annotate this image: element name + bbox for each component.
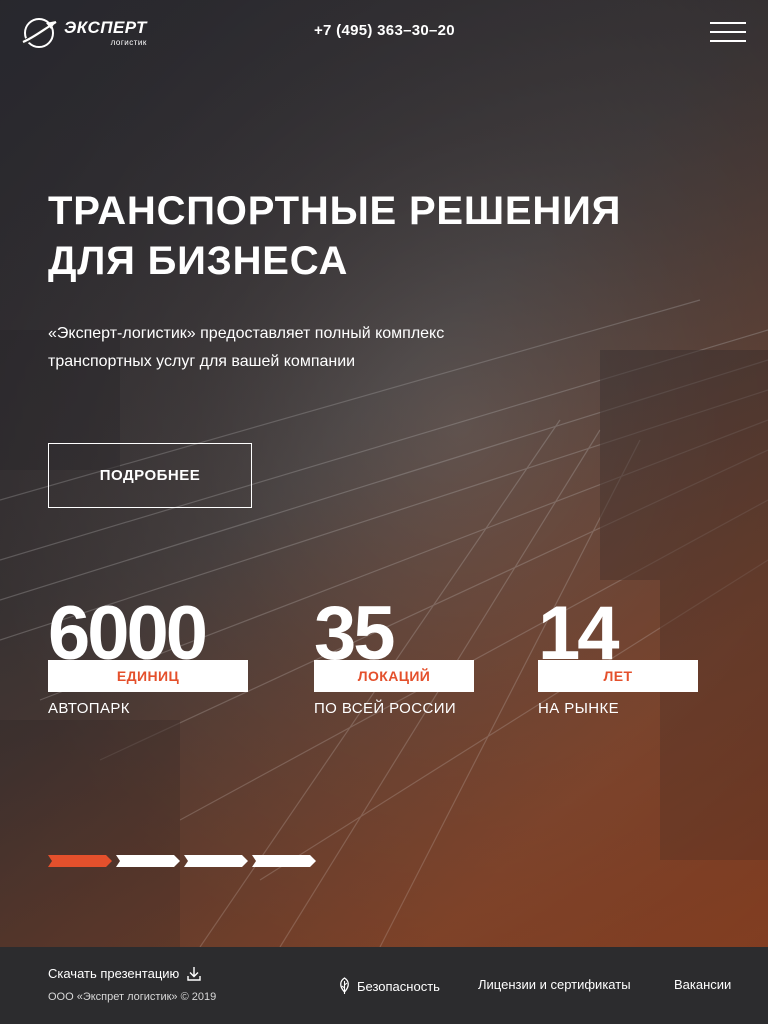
stat-caption: АВТОПАРК	[48, 700, 130, 717]
download-label: Скачать презентацию	[48, 966, 180, 981]
logo-subtitle: логистик	[110, 38, 147, 47]
hero-description: «Эксперт-логистик» предоставляет полный …	[48, 320, 548, 376]
pager-dot-4[interactable]	[252, 855, 316, 867]
stat-caption: НА РЫНКЕ	[538, 700, 620, 717]
slider-pager	[48, 855, 320, 867]
plane-swoosh-icon	[21, 18, 58, 48]
hamburger-menu-icon[interactable]	[710, 22, 746, 42]
logo-title: ЭКСПЕРТ	[64, 18, 147, 37]
title-line-1: ТРАНСПОРТНЫЕ РЕШЕНИЯ	[48, 189, 622, 233]
pager-dot-3[interactable]	[184, 855, 248, 867]
lead-line-1: «Эксперт-логистик» предоставляет полный …	[48, 325, 445, 342]
footer-nav-licenses[interactable]: Лицензии и сертификаты	[478, 977, 631, 992]
title-line-2: ДЛЯ БИЗНЕСА	[48, 239, 349, 283]
footer-nav-label: Вакансии	[674, 977, 732, 992]
footer-nav-label: Лицензии и сертификаты	[478, 977, 631, 992]
stat-locations: 35 ЛОКАЦИЙ ПО ВСЕЙ РОССИИ	[314, 596, 474, 717]
stat-caption: ПО ВСЕЙ РОССИИ	[314, 700, 457, 717]
lead-line-2: транспортных услуг для вашей компании	[48, 353, 356, 370]
download-icon	[187, 967, 201, 981]
stat-years: 14 ЛЕТ НА РЫНКЕ	[538, 596, 698, 717]
footer-nav-vacancies[interactable]: Вакансии	[674, 977, 731, 992]
more-button[interactable]: ПОДРОБНЕЕ	[48, 443, 252, 508]
leaf-shield-icon	[340, 977, 349, 994]
stat-badge: ЕДИНИЦ	[48, 660, 248, 692]
stat-badge: ЛЕТ	[538, 660, 698, 692]
pager-dot-2[interactable]	[116, 855, 180, 867]
download-presentation-link[interactable]: Скачать презентацию	[48, 966, 201, 981]
footer-nav-label: Безопасность	[357, 978, 440, 994]
logo[interactable]: ЭКСПЕРТ логистик	[20, 16, 160, 50]
stat-fleet: 6000 ЕДИНИЦ АВТОПАРК	[48, 596, 248, 717]
footer: Скачать презентацию ООО «Экспрет логисти…	[0, 947, 768, 1024]
pager-dot-1[interactable]	[48, 855, 112, 867]
footer-nav-safety[interactable]: Безопасность	[338, 977, 440, 995]
copyright: ООО «Экспрет логистик» © 2019	[48, 991, 217, 1003]
stat-badge: ЛОКАЦИЙ	[314, 660, 474, 692]
phone-link[interactable]: +7 (495) 363–30–20	[314, 22, 455, 39]
logo-text: ЭКСПЕРТ логистик	[64, 18, 147, 48]
page-title: ТРАНСПОРТНЫЕ РЕШЕНИЯ ДЛЯ БИЗНЕСА	[48, 186, 728, 286]
